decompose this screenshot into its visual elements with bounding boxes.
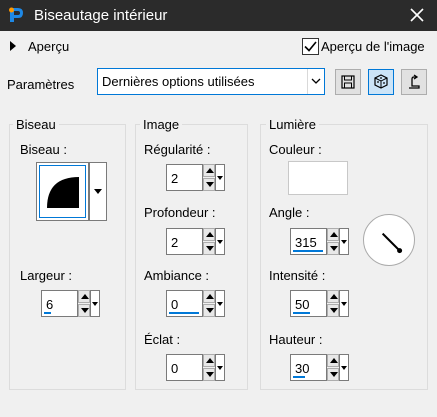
- biseau-label: Biseau :: [20, 142, 67, 157]
- color-swatch[interactable]: [288, 161, 348, 195]
- largeur-fill-bar: [44, 312, 51, 314]
- image-group-title: Image: [140, 117, 183, 132]
- ambiance-label: Ambiance :: [144, 268, 210, 283]
- chevron-down-icon[interactable]: [307, 69, 324, 94]
- decrement-arrow-icon[interactable]: [327, 368, 339, 381]
- decrement-arrow-icon[interactable]: [203, 368, 215, 381]
- increment-arrow-icon[interactable]: [327, 354, 339, 367]
- largeur-spinner[interactable]: 6: [41, 290, 100, 317]
- largeur-input[interactable]: 6: [41, 290, 78, 317]
- eclat-value: 0: [171, 361, 179, 376]
- eclat-input[interactable]: 0: [166, 354, 203, 381]
- dice-icon: [374, 74, 388, 89]
- decrement-arrow-icon[interactable]: [327, 242, 339, 255]
- intensite-fill-bar: [293, 312, 310, 314]
- ambiance-spinner[interactable]: 0: [166, 290, 225, 317]
- decrement-arrow-icon[interactable]: [78, 304, 90, 317]
- hauteur-input[interactable]: 30: [290, 354, 327, 381]
- intensite-value: 50: [295, 297, 310, 312]
- checkmark-icon: [304, 41, 317, 52]
- increment-arrow-icon[interactable]: [203, 354, 215, 367]
- bevel-dropdown-button[interactable]: [89, 162, 107, 221]
- increment-arrow-icon[interactable]: [78, 290, 90, 303]
- profondeur-input[interactable]: 2: [166, 228, 203, 255]
- slider-dropdown-icon[interactable]: [215, 228, 225, 255]
- save-preset-button[interactable]: [335, 69, 361, 95]
- hauteur-spinner[interactable]: 30: [290, 354, 349, 381]
- eclat-spinner[interactable]: 0: [166, 354, 225, 381]
- parametres-label: Paramètres: [7, 77, 75, 92]
- regularite-value: 2: [171, 171, 179, 186]
- angle-dial[interactable]: [362, 213, 416, 267]
- decrement-arrow-icon[interactable]: [203, 242, 215, 255]
- close-icon[interactable]: [407, 5, 427, 25]
- slider-dropdown-icon[interactable]: [339, 228, 349, 255]
- app-logo-icon: [9, 7, 23, 22]
- angle-fill-bar: [293, 250, 323, 252]
- slider-dropdown-icon[interactable]: [339, 354, 349, 381]
- intensite-label: Intensité :: [269, 268, 326, 283]
- decrement-arrow-icon[interactable]: [203, 304, 215, 317]
- hauteur-fill-bar: [293, 376, 305, 378]
- angle-label: Angle :: [269, 205, 310, 220]
- expand-arrow-icon[interactable]: [10, 41, 16, 51]
- intensite-input[interactable]: 50: [290, 290, 327, 317]
- decrement-arrow-icon[interactable]: [203, 178, 215, 191]
- dropdown-arrow-icon: [94, 189, 102, 194]
- floppy-icon: [341, 75, 355, 89]
- slider-dropdown-icon[interactable]: [215, 164, 225, 191]
- regularite-spinner[interactable]: 2: [166, 164, 225, 191]
- bevel-preview[interactable]: [36, 162, 89, 221]
- ambiance-value: 0: [171, 297, 179, 312]
- preview-checkbox[interactable]: [302, 38, 319, 55]
- presets-select-value: Dernières options utilisées: [102, 74, 255, 89]
- profondeur-label: Profondeur :: [144, 205, 216, 220]
- reset-button[interactable]: [401, 69, 427, 95]
- angle-spinner[interactable]: 315: [290, 228, 349, 255]
- hauteur-value: 30: [295, 361, 310, 376]
- largeur-label: Largeur :: [20, 268, 73, 283]
- intensite-spinner[interactable]: 50: [290, 290, 349, 317]
- presets-select[interactable]: Dernières options utilisées: [97, 68, 325, 95]
- angle-value: 315: [295, 235, 317, 250]
- ambiance-fill-bar: [169, 312, 199, 314]
- preview-checkbox-label[interactable]: Aperçu de l'image: [321, 39, 425, 54]
- ambiance-input[interactable]: 0: [166, 290, 203, 317]
- slider-dropdown-icon[interactable]: [215, 354, 225, 381]
- reset-icon: [409, 74, 420, 89]
- angle-needle-tip: [397, 248, 403, 254]
- regularite-input[interactable]: 2: [166, 164, 203, 191]
- lumiere-group-title: Lumière: [266, 117, 319, 132]
- bevel-shape-icon: [47, 177, 79, 208]
- window-title: Biseautage intérieur: [34, 7, 168, 24]
- largeur-value: 6: [46, 297, 54, 312]
- increment-arrow-icon[interactable]: [203, 290, 215, 303]
- slider-dropdown-icon[interactable]: [215, 290, 225, 317]
- random-button[interactable]: [368, 69, 394, 95]
- biseau-group-title: Biseau: [13, 117, 59, 132]
- profondeur-spinner[interactable]: 2: [166, 228, 225, 255]
- eclat-label: Éclat :: [144, 332, 181, 347]
- angle-input[interactable]: 315: [290, 228, 327, 255]
- couleur-label: Couleur :: [269, 142, 322, 157]
- increment-arrow-icon[interactable]: [327, 290, 339, 303]
- apercu-label[interactable]: Aperçu: [28, 39, 69, 54]
- hauteur-label: Hauteur :: [269, 332, 323, 347]
- decrement-arrow-icon[interactable]: [327, 304, 339, 317]
- increment-arrow-icon[interactable]: [203, 164, 215, 177]
- increment-arrow-icon[interactable]: [327, 228, 339, 241]
- regularite-label: Régularité :: [144, 142, 211, 157]
- increment-arrow-icon[interactable]: [203, 228, 215, 241]
- slider-dropdown-icon[interactable]: [90, 290, 100, 317]
- profondeur-value: 2: [171, 235, 179, 250]
- slider-dropdown-icon[interactable]: [339, 290, 349, 317]
